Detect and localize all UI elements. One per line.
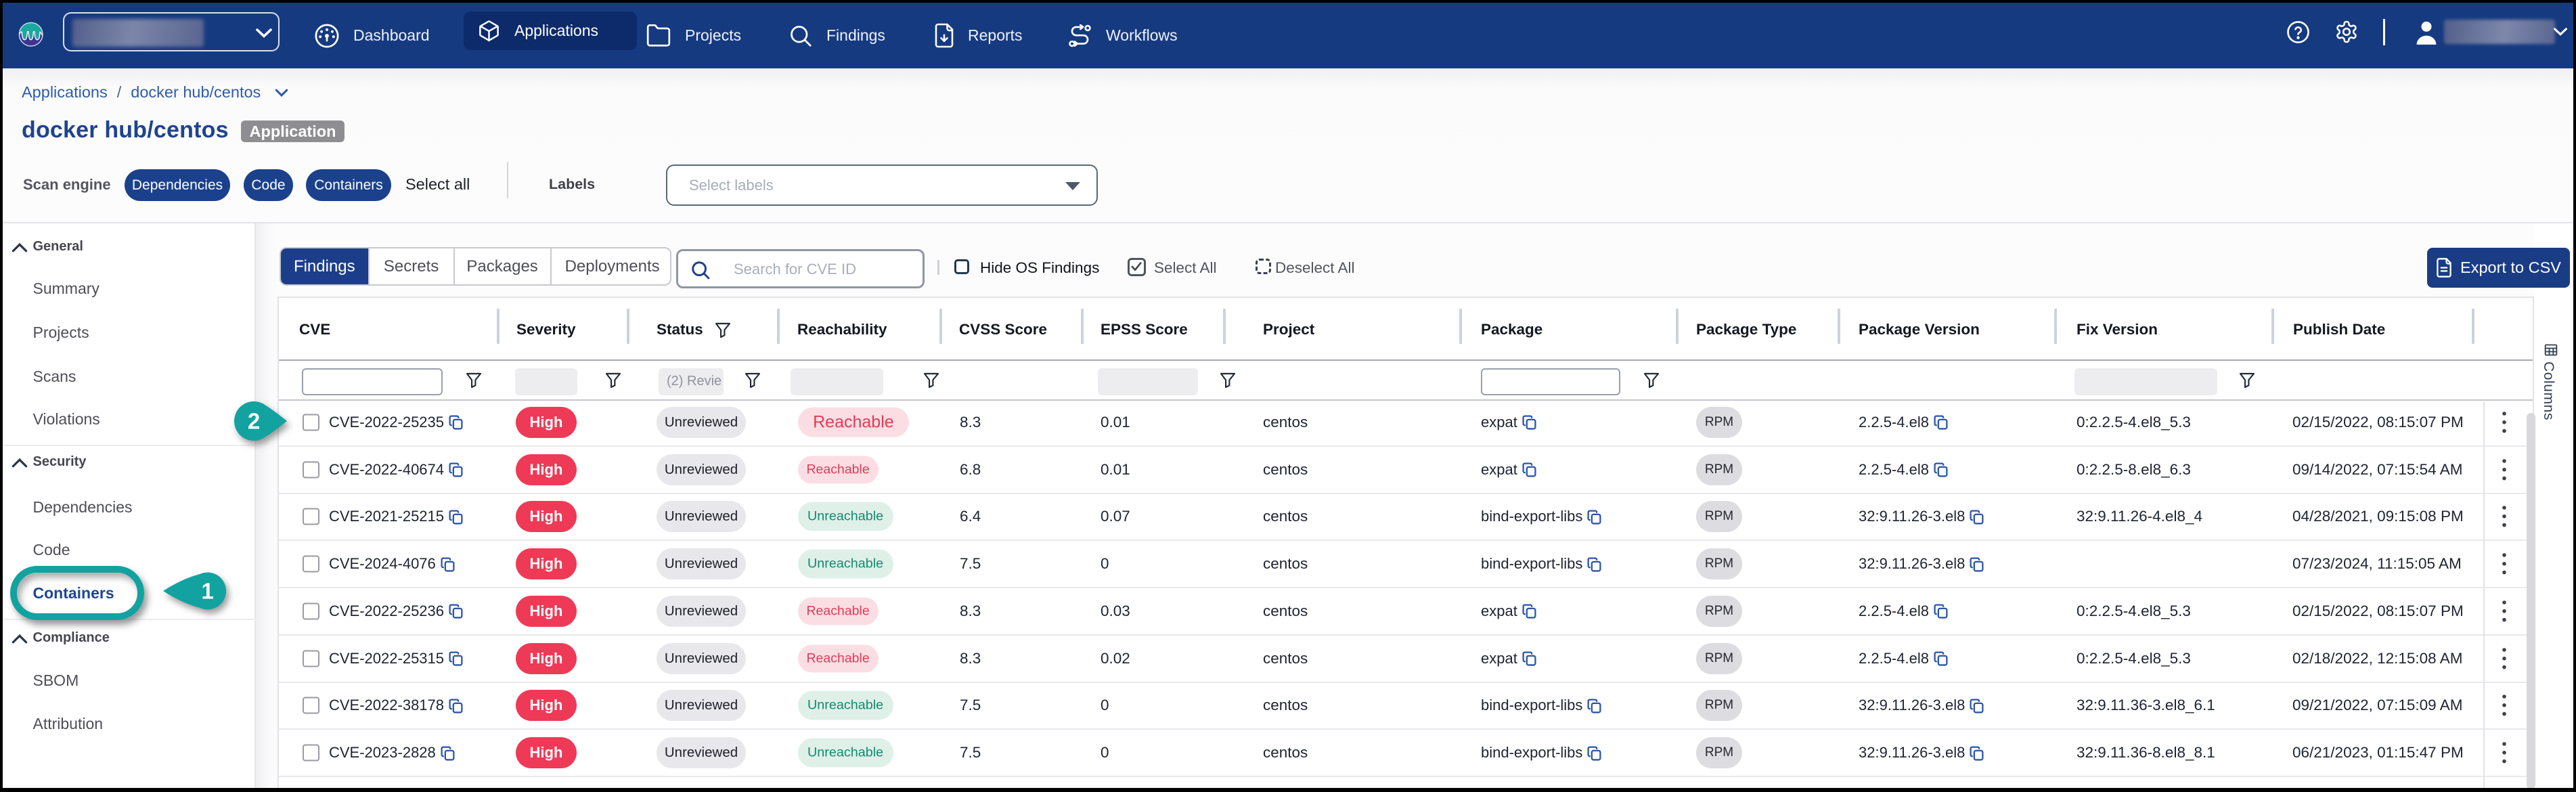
svg-text:1: 1 [202, 579, 214, 604]
svg-text:2: 2 [248, 409, 260, 434]
